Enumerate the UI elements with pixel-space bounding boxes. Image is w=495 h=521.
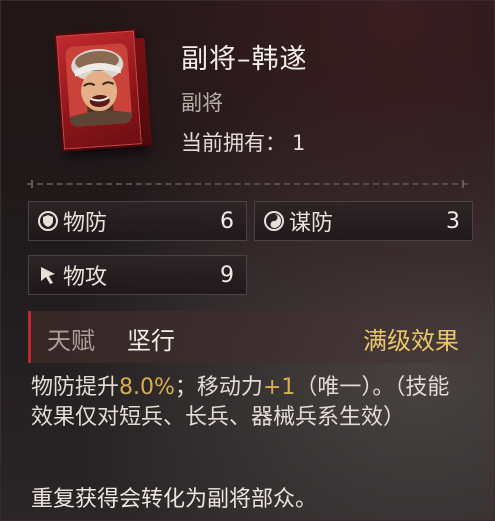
stat-value: 9	[220, 262, 234, 288]
general-portrait	[64, 42, 133, 128]
stat-label: 物防	[63, 211, 108, 236]
general-type: 副将	[181, 91, 223, 115]
shield-icon	[35, 208, 61, 234]
yin-yang-icon	[261, 208, 287, 234]
desc-text: 物防提升	[31, 375, 120, 400]
owned-count: 1	[292, 131, 306, 155]
stat-label: 物攻	[63, 265, 108, 290]
owned-label: 当前拥有：	[181, 131, 286, 155]
owned-count-row: 当前拥有： 1	[181, 127, 305, 157]
general-card[interactable]	[53, 28, 145, 152]
stat-value: 3	[446, 208, 460, 234]
talent-header: 天赋 坚行 满级效果	[28, 311, 473, 363]
item-detail-panel: 副将–韩遂 副将 当前拥有： 1 物防 6 谋防 3 物攻 9 天赋 坚行 满级…	[0, 0, 495, 521]
desc-highlight-pct: 8.0%	[119, 375, 175, 400]
footer-note: 重复获得会转化为副将部众。	[31, 487, 318, 512]
talent-name: 坚行	[127, 327, 175, 355]
stat-value: 6	[220, 208, 234, 234]
talent-label: 天赋	[47, 327, 95, 355]
desc-highlight-plus: +1	[262, 375, 296, 400]
talent-description: 物防提升8.0%；移动力+1（唯一）。（技能效果仅对短兵、长兵、器械兵系生效）	[31, 373, 471, 433]
stat-phys-atk: 物攻 9	[28, 255, 247, 295]
page-title: 副将–韩遂	[181, 44, 308, 75]
stat-label: 谋防	[289, 211, 334, 236]
cursor-arrow-icon	[35, 262, 61, 288]
stat-phys-def: 物防 6	[28, 201, 247, 241]
portrait-image	[64, 42, 133, 128]
section-divider	[27, 180, 468, 188]
desc-text: ；移动力	[174, 375, 263, 400]
stat-strat-def: 谋防 3	[254, 201, 473, 241]
max-effect-label[interactable]: 满级效果	[363, 321, 459, 356]
